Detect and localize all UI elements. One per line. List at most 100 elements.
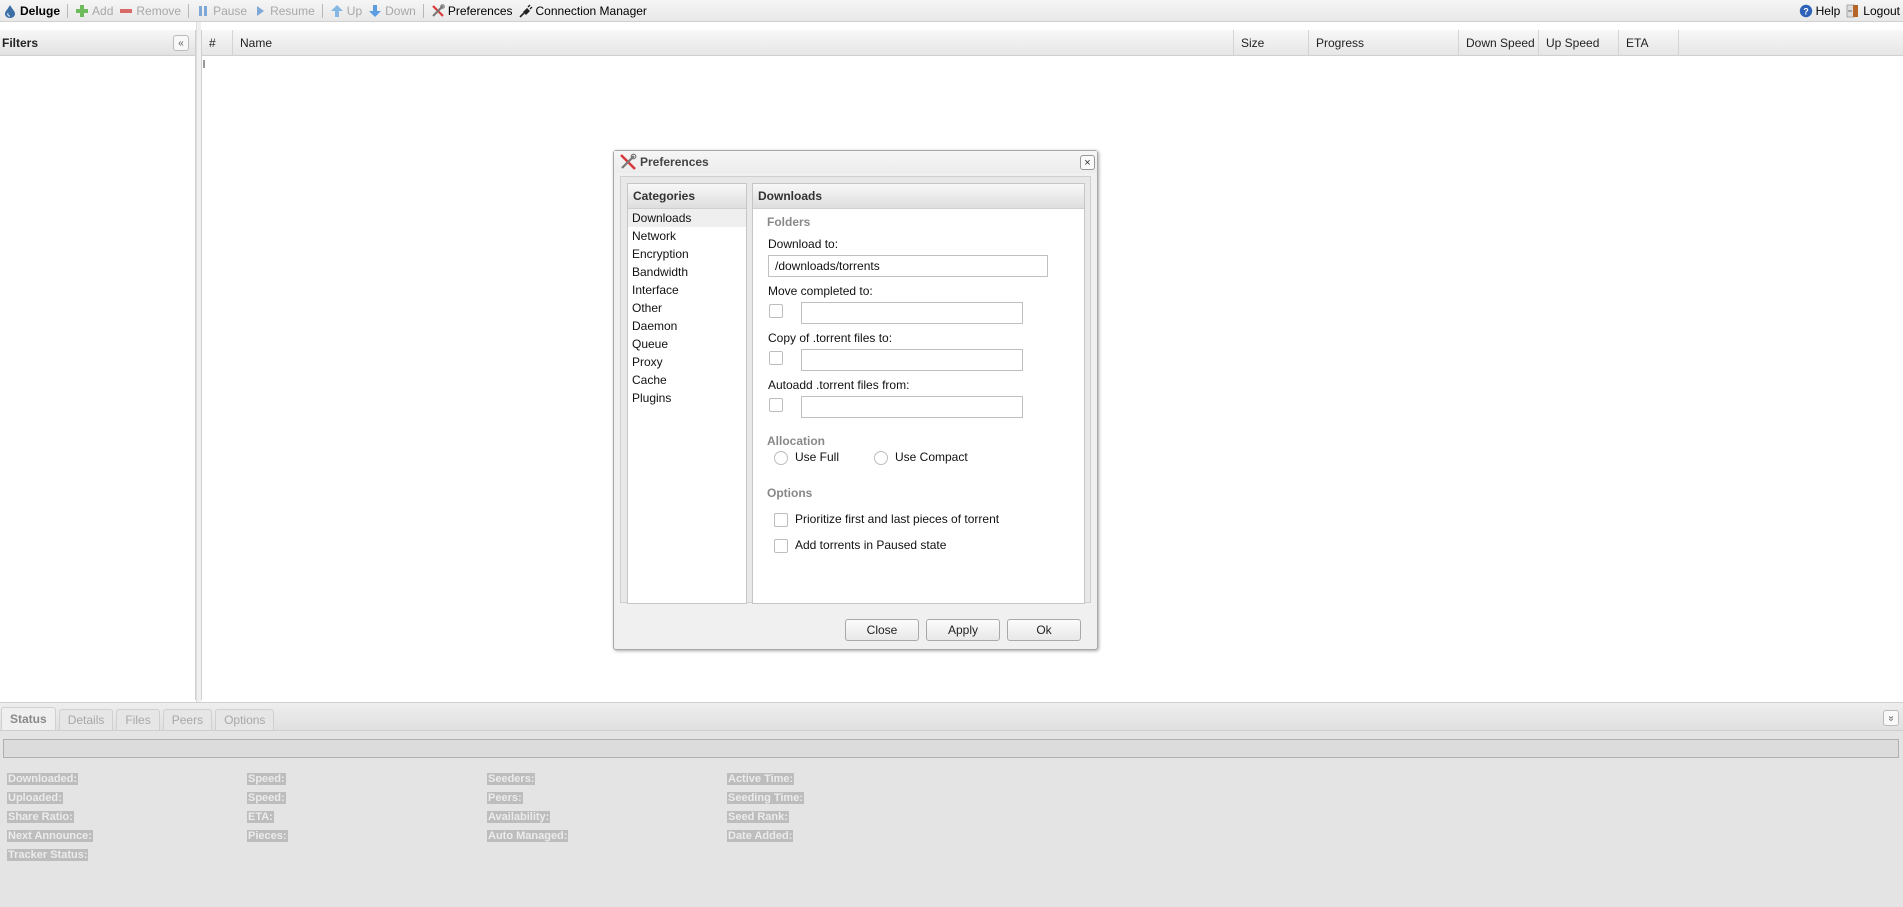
help-button[interactable]: ? Help: [1796, 1, 1844, 21]
toolbar-separator: [67, 3, 69, 18]
dialog-title: Preferences: [640, 155, 709, 169]
column-header-number[interactable]: #: [202, 30, 233, 56]
remove-button[interactable]: Remove: [116, 1, 184, 21]
category-proxy[interactable]: Proxy: [628, 353, 746, 371]
category-cache[interactable]: Cache: [628, 371, 746, 389]
preferences-button[interactable]: Preferences: [428, 1, 516, 21]
up-label: Up: [346, 3, 363, 18]
column-header-size[interactable]: Size: [1234, 30, 1309, 56]
autoadd-label: Autoadd .torrent files from:: [768, 378, 910, 392]
column-header-name[interactable]: Name: [233, 30, 1234, 56]
tab-options[interactable]: Options: [215, 709, 275, 730]
download-to-value: /downloads/torrents: [775, 259, 880, 273]
dialog-title-bar[interactable]: Preferences: [614, 151, 1097, 173]
dialog-close-button[interactable]: ×: [1080, 155, 1095, 170]
tab-peers[interactable]: Peers: [162, 709, 213, 730]
preferences-label: Preferences: [447, 3, 513, 18]
copy-torrent-input[interactable]: [801, 349, 1023, 371]
collapse-filters-button[interactable]: «: [173, 35, 189, 51]
connection-manager-button[interactable]: Connection Manager: [516, 1, 650, 21]
collapse-details-button[interactable]: »: [1883, 710, 1899, 726]
tools-icon: [619, 153, 637, 171]
categories-panel: Categories Downloads Network Encryption …: [627, 183, 747, 604]
double-chevron-left-icon: «: [178, 37, 184, 49]
move-completed-input[interactable]: [801, 302, 1023, 324]
play-icon: [253, 4, 267, 18]
column-label: ETA: [1626, 36, 1649, 50]
close-button-label: Close: [866, 623, 898, 637]
allocation-legend: Allocation: [767, 434, 826, 448]
autoadd-checkbox[interactable]: [769, 398, 783, 412]
category-encryption[interactable]: Encryption: [628, 245, 746, 263]
tab-label: Files: [125, 713, 151, 727]
category-interface[interactable]: Interface: [628, 281, 746, 299]
category-daemon[interactable]: Daemon: [628, 317, 746, 335]
autoadd-input[interactable]: [801, 396, 1023, 418]
column-label: Progress: [1316, 36, 1365, 50]
grid-header: # Name Size Progress Down Speed Up Speed…: [202, 30, 1903, 56]
pause-button[interactable]: Pause: [193, 1, 250, 21]
tab-label: Details: [67, 713, 105, 727]
settings-title: Downloads: [758, 189, 823, 203]
column-header-up-speed[interactable]: Up Speed: [1539, 30, 1619, 56]
category-network[interactable]: Network: [628, 227, 746, 245]
status-label-pieces: Pieces:: [247, 830, 288, 842]
column-label: Down Speed: [1466, 36, 1535, 50]
category-other[interactable]: Other: [628, 299, 746, 317]
filters-title: Filters: [2, 35, 39, 50]
status-label-next-announce: Next Announce:: [7, 830, 93, 842]
logout-button[interactable]: Logout: [1843, 1, 1903, 21]
torrent-progress-bar: [3, 739, 1899, 758]
category-downloads[interactable]: Downloads: [628, 209, 746, 227]
column-header-progress[interactable]: Progress: [1309, 30, 1459, 56]
move-completed-checkbox[interactable]: [769, 304, 783, 318]
status-column-3: Seeders: Peers: Availability: Auto Manag…: [487, 769, 569, 845]
close-button[interactable]: Close: [845, 619, 919, 641]
categories-title: Categories: [633, 189, 696, 203]
tools-icon: [431, 3, 445, 18]
apply-button-label: Apply: [947, 623, 979, 637]
tab-label: Status: [10, 712, 47, 726]
filters-panel: Filters «: [0, 30, 196, 700]
preferences-dialog: Preferences × Categories Downloads Netwo…: [613, 150, 1098, 650]
grid-scroll-indicator: [203, 60, 205, 68]
move-completed-label: Move completed to:: [768, 284, 873, 298]
column-header-down-speed[interactable]: Down Speed: [1459, 30, 1539, 56]
add-button[interactable]: Add: [72, 1, 116, 21]
download-to-input[interactable]: /downloads/torrents: [768, 255, 1048, 277]
category-bandwidth[interactable]: Bandwidth: [628, 263, 746, 281]
column-header-eta[interactable]: ETA: [1619, 30, 1679, 56]
connection-manager-label: Connection Manager: [535, 3, 647, 18]
status-label-peers: Peers:: [487, 792, 523, 804]
use-compact-label[interactable]: Use Compact: [895, 450, 968, 464]
prioritize-checkbox[interactable]: [774, 513, 788, 527]
add-paused-checkbox[interactable]: [774, 539, 788, 553]
arrow-up-icon: [330, 4, 344, 18]
category-queue[interactable]: Queue: [628, 335, 746, 353]
options-legend: Options: [767, 486, 813, 500]
use-compact-radio[interactable]: [874, 451, 888, 465]
apply-button[interactable]: Apply: [926, 619, 1000, 641]
queue-down-button[interactable]: Down: [365, 1, 419, 21]
ok-button[interactable]: Ok: [1007, 619, 1081, 641]
downloads-settings-panel: Downloads Folders Download to: /download…: [752, 183, 1085, 604]
use-full-label[interactable]: Use Full: [795, 450, 839, 464]
status-label-seed-rank: Seed Rank:: [727, 811, 789, 823]
resume-button[interactable]: Resume: [250, 1, 318, 21]
queue-up-button[interactable]: Up: [327, 1, 365, 21]
use-full-radio[interactable]: [774, 451, 788, 465]
add-paused-label[interactable]: Add torrents in Paused state: [795, 538, 946, 552]
ok-button-label: Ok: [1036, 623, 1052, 637]
copy-torrent-checkbox[interactable]: [769, 351, 783, 365]
down-label: Down: [385, 3, 416, 18]
category-plugins[interactable]: Plugins: [628, 389, 746, 407]
prioritize-label[interactable]: Prioritize first and last pieces of torr…: [795, 512, 999, 526]
close-icon: ×: [1084, 156, 1091, 169]
pause-icon: [196, 4, 210, 18]
tab-files[interactable]: Files: [116, 709, 160, 730]
add-label: Add: [92, 3, 114, 18]
status-column-1: Downloaded: Uploaded: Share Ratio: Next …: [7, 769, 93, 864]
pause-label: Pause: [213, 3, 248, 18]
tab-status[interactable]: Status: [1, 707, 56, 730]
tab-details[interactable]: Details: [58, 709, 114, 730]
